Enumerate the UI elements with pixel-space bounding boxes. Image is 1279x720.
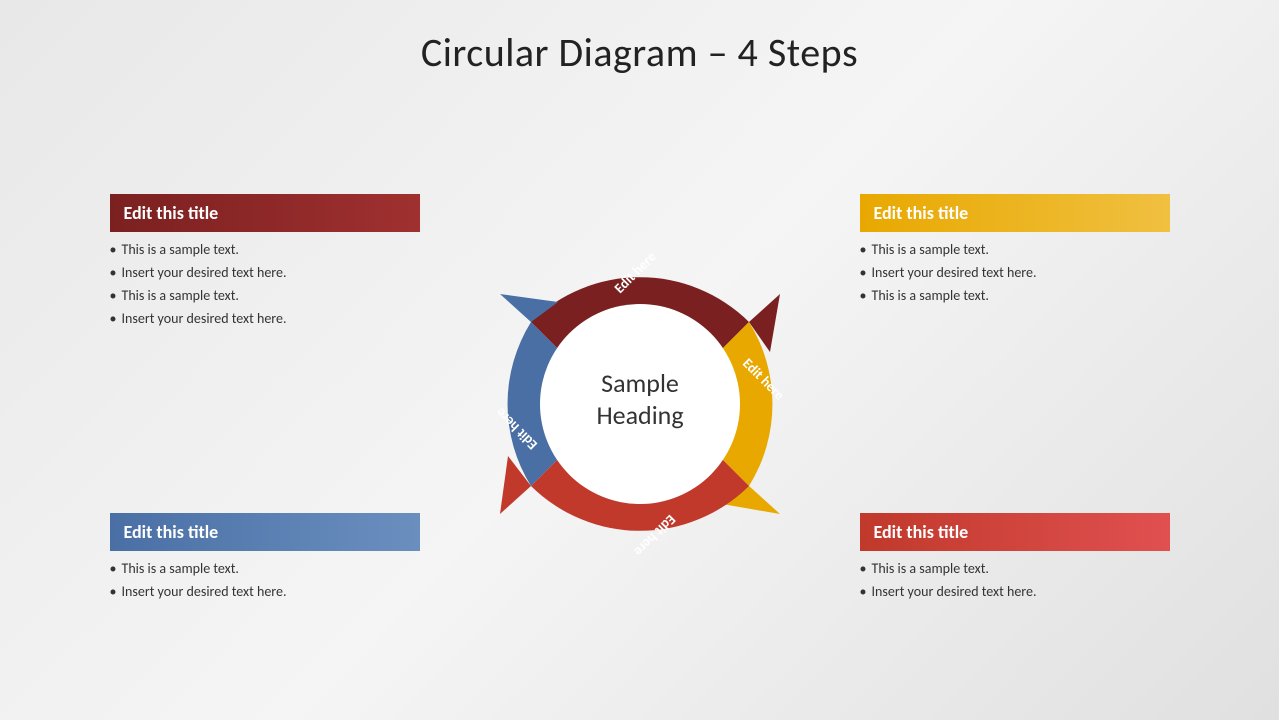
main-title[interactable]: Circular Diagram – 4 Steps <box>421 28 858 77</box>
panel-bottom-right-body: This is a sample text. Insert your desir… <box>860 557 1170 603</box>
svg-text:Heading: Heading <box>596 399 683 431</box>
panel-top-left-body: This is a sample text. Insert your desir… <box>110 238 420 330</box>
panel-top-left-title[interactable]: Edit this title <box>110 194 420 232</box>
list-item: Insert your desired text here. <box>864 580 1170 603</box>
content-area: Edit this title This is a sample text. I… <box>0 87 1279 720</box>
list-item: This is a sample text. <box>114 284 420 307</box>
list-item: This is a sample text. <box>864 557 1170 580</box>
panel-top-right: Edit this title This is a sample text. I… <box>860 194 1170 307</box>
panel-bottom-right: Edit this title This is a sample text. I… <box>860 513 1170 603</box>
panel-bottom-left-body: This is a sample text. Insert your desir… <box>110 557 420 603</box>
list-item: Insert your desired text here. <box>114 580 420 603</box>
right-panels: Edit this title This is a sample text. I… <box>860 194 1170 614</box>
list-item: This is a sample text. <box>114 238 420 261</box>
panel-top-right-title[interactable]: Edit this title <box>860 194 1170 232</box>
slide: Circular Diagram – 4 Steps Edit this tit… <box>0 0 1279 720</box>
panel-bottom-left: Edit this title This is a sample text. I… <box>110 513 420 603</box>
left-panels: Edit this title This is a sample text. I… <box>110 194 420 614</box>
svg-text:Sample: Sample <box>601 367 679 399</box>
list-item: This is a sample text. <box>114 557 420 580</box>
panel-top-right-body: This is a sample text. Insert your desir… <box>860 238 1170 307</box>
panel-bottom-right-title[interactable]: Edit this title <box>860 513 1170 551</box>
panel-top-left: Edit this title This is a sample text. I… <box>110 194 420 330</box>
list-item: Insert your desired text here. <box>114 307 420 330</box>
list-item: Insert your desired text here. <box>864 261 1170 284</box>
panel-bottom-left-title[interactable]: Edit this title <box>110 513 420 551</box>
list-item: This is a sample text. <box>864 238 1170 261</box>
list-item: Insert your desired text here. <box>114 261 420 284</box>
list-item: This is a sample text. <box>864 284 1170 307</box>
circular-diagram: Sample Heading Edit here Edit here Edit … <box>450 204 830 604</box>
